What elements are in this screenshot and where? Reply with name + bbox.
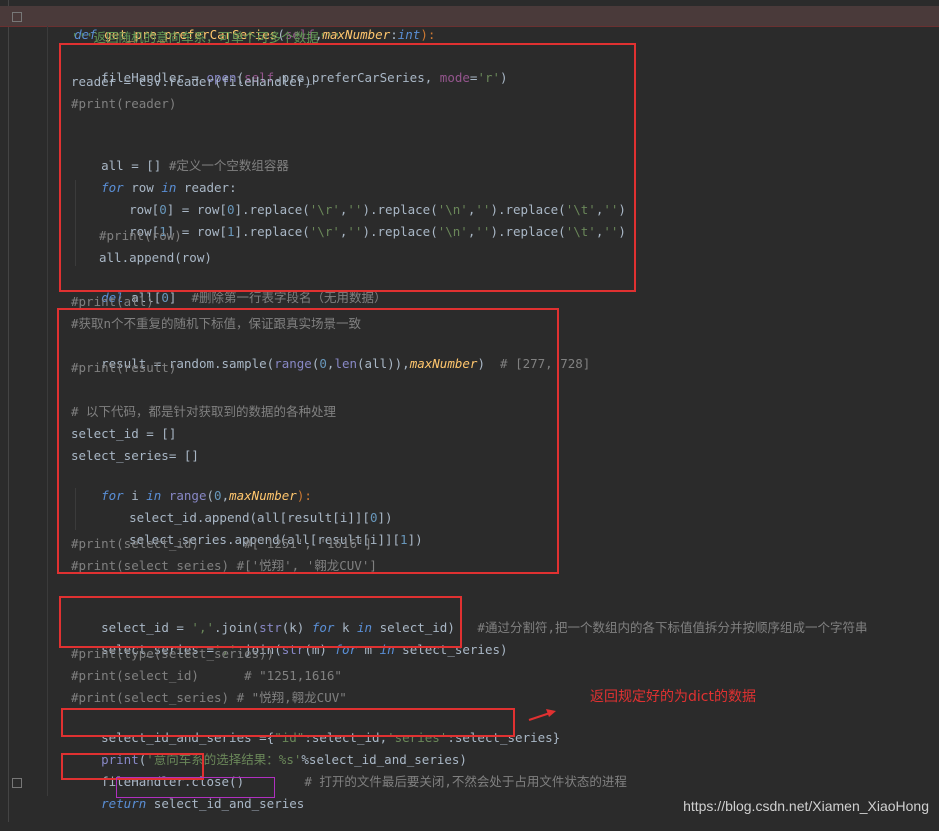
comment-token: #通过分割符,把一个数组内的各下标值值拆分并按顺序组成一个字符串	[477, 620, 868, 635]
code-editor[interactable]: def get_pre_preferCarSeries(self,maxNumb…	[0, 0, 939, 822]
highlight-box-join	[59, 596, 462, 648]
highlight-box-random-select	[57, 308, 559, 574]
type-token: int	[397, 27, 421, 42]
highlight-box-close	[61, 753, 204, 780]
annotation-text: 返回规定好的为dict的数据	[590, 689, 756, 705]
token: :	[390, 27, 398, 42]
highlight-box-dict	[61, 708, 515, 737]
comment-token: #删除第一行表字段名（无用数据）	[191, 290, 387, 305]
highlight-box-return	[116, 777, 275, 798]
token: ]	[168, 290, 192, 305]
fold-icon[interactable]	[12, 12, 22, 22]
highlight-box-read-file	[59, 43, 636, 292]
fold-end-icon[interactable]	[12, 778, 22, 788]
watermark: https://blog.csdn.net/Xiamen_XiaoHong	[683, 798, 929, 814]
code-line-def[interactable]: def get_pre_preferCarSeries(self,maxNumb…	[44, 8, 435, 42]
gutter-border	[8, 0, 9, 822]
code-line-comment[interactable]: #print(select_series) # "悦翔,翱龙CUV"	[71, 689, 347, 707]
keyword: return	[101, 796, 147, 811]
indent-guide	[47, 26, 48, 796]
code-line-comment[interactable]: #print(select_id) # "1251,1616"	[71, 667, 342, 685]
arrow-icon	[528, 709, 556, 721]
token: select_id_and_series	[153, 796, 305, 811]
token: ):	[420, 27, 436, 42]
number-token: 0	[161, 290, 169, 305]
